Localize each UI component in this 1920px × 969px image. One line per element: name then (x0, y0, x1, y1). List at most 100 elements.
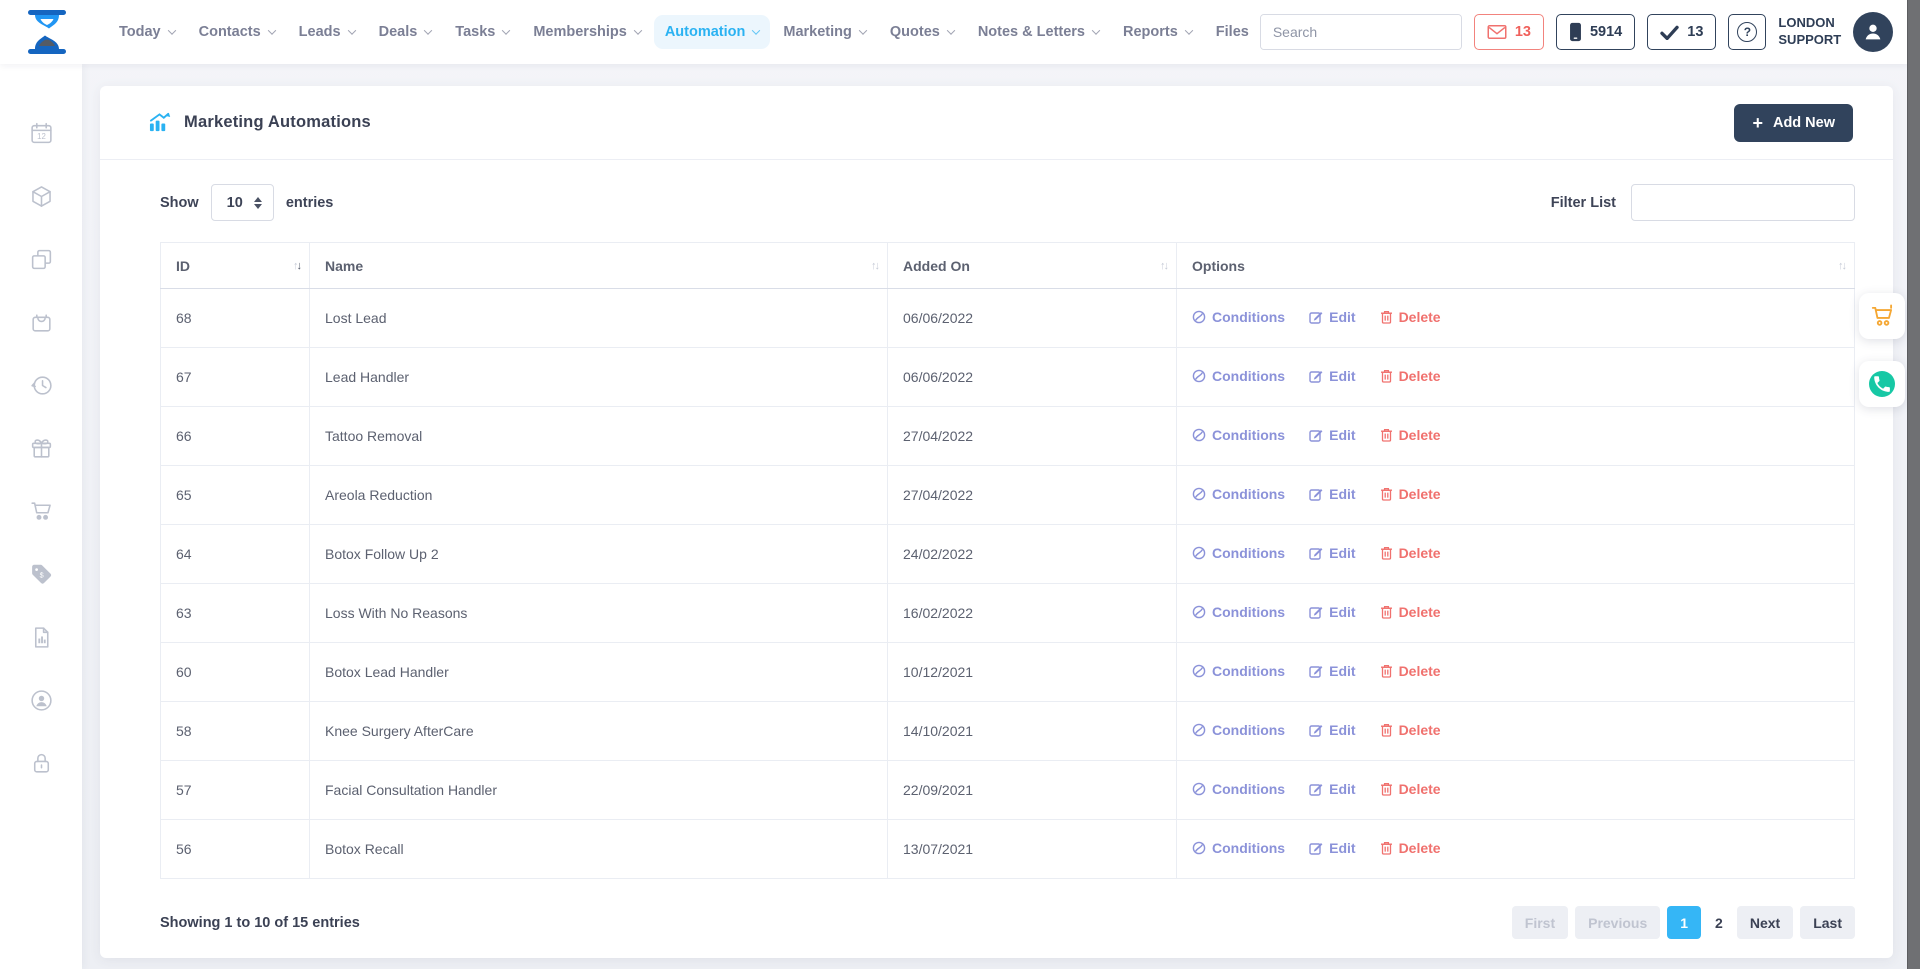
edit-link[interactable]: Edit (1309, 663, 1356, 679)
sidebar-history-button[interactable] (27, 372, 55, 398)
sidebar-security-button[interactable] (27, 750, 55, 776)
search-input[interactable] (1260, 15, 1461, 49)
calls-badge-button[interactable]: 5914 (1555, 14, 1636, 50)
nav-item-reports[interactable]: Reports (1112, 15, 1203, 49)
column-header-added-on[interactable]: Added On ↑↓ (887, 242, 1177, 289)
last-page-button[interactable]: Last (1800, 906, 1855, 939)
delete-link[interactable]: Delete (1380, 486, 1441, 502)
page-1-button[interactable]: 1 (1667, 906, 1702, 939)
conditions-link[interactable]: Conditions (1192, 427, 1285, 443)
previous-page-button[interactable]: Previous (1575, 906, 1661, 939)
show-entries-control: Show 10 entries (160, 184, 333, 221)
sidebar-gift-button[interactable] (27, 435, 55, 461)
user-icon (1865, 24, 1881, 40)
conditions-link[interactable]: Conditions (1192, 368, 1285, 384)
sort-icon: ↑↓ (1838, 259, 1847, 272)
delete-link[interactable]: Delete (1380, 427, 1441, 443)
sidebar-products-button[interactable] (27, 183, 55, 209)
page-2-button[interactable]: 2 (1708, 906, 1730, 939)
sort-icon: ↑↓ (1160, 259, 1169, 272)
chevron-down-icon (267, 26, 276, 35)
sidebar-bag-button[interactable] (27, 309, 55, 335)
cell-added-on: 22/09/2021 (887, 760, 1177, 820)
filter-input[interactable] (1631, 184, 1855, 221)
edit-link[interactable]: Edit (1309, 604, 1356, 620)
conditions-icon (1192, 782, 1206, 796)
marketing-automations-card: Marketing Automations + Add New Show 10 … (100, 86, 1893, 958)
edit-link[interactable]: Edit (1309, 722, 1356, 738)
edit-link[interactable]: Edit (1309, 427, 1356, 443)
edit-link[interactable]: Edit (1309, 545, 1356, 561)
edit-link[interactable]: Edit (1309, 781, 1356, 797)
edit-link[interactable]: Edit (1309, 840, 1356, 856)
nav-item-marketing[interactable]: Marketing (772, 15, 877, 49)
sidebar-cart-button[interactable] (27, 498, 55, 524)
browser-scrollbar[interactable] (1907, 0, 1920, 969)
delete-link[interactable]: Delete (1380, 722, 1441, 738)
nav-item-tasks[interactable]: Tasks (444, 15, 520, 49)
help-button[interactable]: ? (1728, 14, 1767, 50)
next-page-button[interactable]: Next (1736, 906, 1794, 939)
page-size-value: 10 (226, 194, 243, 211)
first-page-button[interactable]: First (1511, 906, 1569, 939)
chevron-down-icon (502, 26, 511, 35)
conditions-link[interactable]: Conditions (1192, 604, 1285, 620)
column-header-id[interactable]: ID ↑↓ (160, 242, 310, 289)
nav-item-quotes[interactable]: Quotes (879, 15, 965, 49)
chevron-down-icon (167, 26, 176, 35)
edit-icon (1309, 725, 1323, 737)
column-header-name[interactable]: Name ↑↓ (309, 242, 888, 289)
nav-item-deals[interactable]: Deals (368, 15, 443, 49)
phone-float-button[interactable] (1859, 361, 1905, 407)
delete-link[interactable]: Delete (1380, 840, 1441, 856)
conditions-icon (1192, 605, 1206, 619)
conditions-link[interactable]: Conditions (1192, 840, 1285, 856)
nav-item-automation[interactable]: Automation (653, 15, 771, 49)
table-footer: Showing 1 to 10 of 15 entries First Prev… (160, 906, 1855, 939)
conditions-link[interactable]: Conditions (1192, 486, 1285, 502)
nav-item-contacts[interactable]: Contacts (188, 15, 286, 49)
delete-link[interactable]: Delete (1380, 309, 1441, 325)
brand-logo[interactable] (22, 8, 72, 56)
edit-link[interactable]: Edit (1309, 368, 1356, 384)
sidebar-copy-button[interactable] (27, 246, 55, 272)
delete-link[interactable]: Delete (1380, 663, 1441, 679)
edit-link[interactable]: Edit (1309, 486, 1356, 502)
conditions-link[interactable]: Conditions (1192, 663, 1285, 679)
cell-name: Botox Recall (309, 819, 888, 879)
cell-id: 68 (160, 288, 310, 348)
conditions-link[interactable]: Conditions (1192, 545, 1285, 561)
report-chart-icon (34, 626, 49, 648)
conditions-link[interactable]: Conditions (1192, 309, 1285, 325)
sidebar-calendar-button[interactable]: 12 (27, 120, 55, 146)
delete-link[interactable]: Delete (1380, 545, 1441, 561)
shopping-bag-icon (31, 313, 51, 332)
sidebar-reports-button[interactable] (27, 624, 55, 650)
delete-link[interactable]: Delete (1380, 604, 1441, 620)
column-header-options[interactable]: Options ↑↓ (1176, 242, 1855, 289)
cart-float-button[interactable] (1859, 293, 1905, 339)
delete-link[interactable]: Delete (1380, 781, 1441, 797)
delete-link[interactable]: Delete (1380, 368, 1441, 384)
conditions-link[interactable]: Conditions (1192, 722, 1285, 738)
mail-badge-button[interactable]: 13 (1473, 14, 1544, 50)
cell-name: Areola Reduction (309, 465, 888, 525)
sidebar-users-button[interactable] (27, 687, 55, 713)
page-size-select[interactable]: 10 (210, 184, 274, 221)
nav-item-notes-letters[interactable]: Notes & Letters (967, 15, 1110, 49)
search-box (1259, 14, 1462, 50)
price-tag-icon: $ (31, 564, 51, 584)
nav-item-files[interactable]: Files (1205, 15, 1260, 49)
cell-id: 65 (160, 465, 310, 525)
cell-name: Facial Consultation Handler (309, 760, 888, 820)
nav-item-today[interactable]: Today (108, 15, 186, 49)
tasks-badge-button[interactable]: 13 (1647, 14, 1717, 50)
add-new-button[interactable]: + Add New (1734, 103, 1853, 142)
nav-item-memberships[interactable]: Memberships (522, 15, 651, 49)
edit-link[interactable]: Edit (1309, 309, 1356, 325)
avatar[interactable] (1853, 12, 1894, 52)
nav-item-leads[interactable]: Leads (288, 15, 366, 49)
conditions-link[interactable]: Conditions (1192, 781, 1285, 797)
sidebar-pricing-button[interactable]: $ (27, 561, 55, 587)
card-header: Marketing Automations + Add New (100, 86, 1893, 160)
